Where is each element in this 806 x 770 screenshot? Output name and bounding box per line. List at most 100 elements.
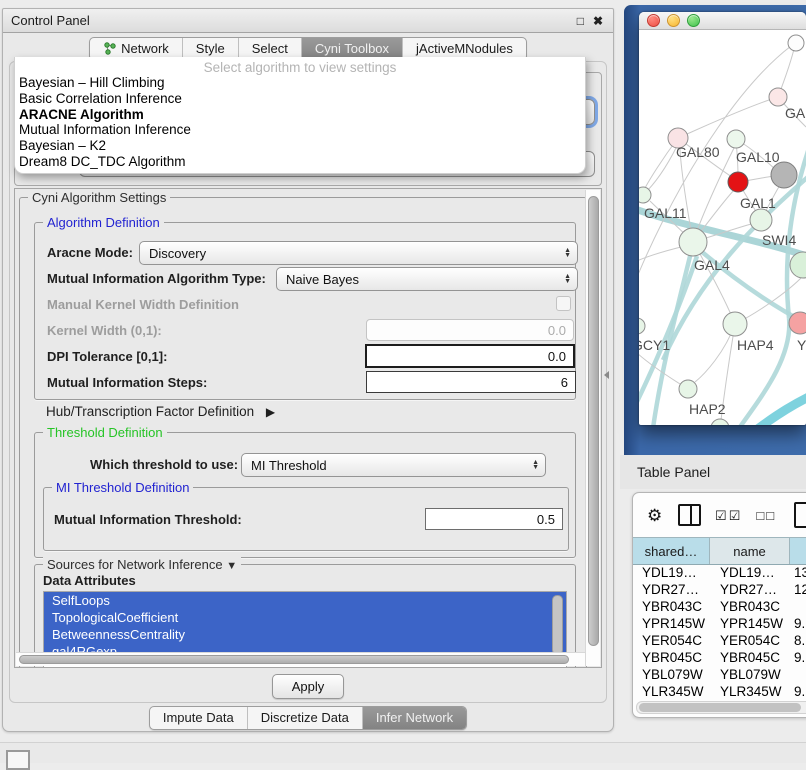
node-table: shared…name YDL19…YDL19…13YDR27…YDR27…12… — [633, 537, 806, 718]
network-node[interactable] — [771, 162, 797, 188]
threshold-definition-box: Threshold Definition Which threshold to … — [34, 432, 576, 558]
network-node-gal[interactable] — [769, 88, 787, 106]
apply-button[interactable]: Apply — [272, 674, 344, 699]
table-horizontal-scrollbar[interactable] — [636, 701, 806, 714]
menu-item-mutual-information-inference[interactable]: Mutual Information Inference — [15, 122, 585, 138]
kernel-width-label: Kernel Width (0,1): — [47, 323, 162, 338]
menu-item-aracne-algorithm[interactable]: ARACNE Algorithm — [15, 107, 585, 123]
table-row[interactable]: YDR27…YDR27…12 — [633, 582, 806, 599]
threshold-definition-title: Threshold Definition — [43, 425, 167, 440]
table-row[interactable]: YLR345WYLR345W9. — [633, 684, 806, 701]
node-label: SWI4 — [762, 232, 796, 248]
dpi-tolerance-field[interactable]: 0.0 — [365, 344, 575, 368]
settings-vertical-scrollbar[interactable] — [585, 190, 600, 666]
tab-impute-data[interactable]: Impute Data — [150, 707, 247, 729]
table-panel-title: Table Panel — [637, 464, 710, 480]
aracne-mode-combo[interactable]: Discovery ▲▼ — [139, 241, 578, 265]
mi-steps-label: Mutual Information Steps: — [47, 375, 207, 390]
mi-steps-field[interactable]: 6 — [366, 371, 576, 393]
network-node-hap2[interactable] — [679, 380, 697, 398]
manual-kernel-checkbox[interactable] — [556, 296, 571, 311]
network-canvas[interactable]: GALGAL80GAL10GAL1GAL11SWI4GAL4GCY1HAP4YH… — [639, 30, 806, 425]
zoom-window-icon[interactable] — [687, 14, 700, 27]
close-window-icon[interactable] — [647, 14, 660, 27]
algorithm-definition-box: Algorithm Definition Aracne Mode: Discov… — [34, 222, 576, 400]
network-node-gal11[interactable] — [639, 187, 651, 203]
table-header-row: shared…name — [633, 537, 806, 565]
node-label: GAL80 — [676, 144, 720, 160]
attribute-item[interactable]: BetweennessCentrality — [44, 626, 566, 643]
menu-item-bayesian-hill-climbing[interactable]: Bayesian – Hill Climbing — [15, 75, 585, 91]
combo-stepper-icon: ▲▼ — [564, 268, 571, 290]
column-header[interactable]: shared… — [633, 538, 710, 564]
network-window[interactable]: GALGAL80GAL10GAL1GAL11SWI4GAL4GCY1HAP4YH… — [639, 12, 806, 425]
attribute-item[interactable]: TopologicalCoefficient — [44, 609, 566, 626]
cyni-bottom-tabs: Impute DataDiscretize DataInfer Network — [3, 706, 613, 730]
collapse-arrow-icon: ▶ — [266, 405, 275, 419]
network-node[interactable] — [788, 35, 804, 51]
network-node[interactable] — [711, 419, 729, 425]
settings-scrollpane: Cyni Algorithm Settings Algorithm Defini… — [14, 188, 602, 668]
network-view-frame: GALGAL80GAL10GAL1GAL11SWI4GAL4GCY1HAP4YH… — [624, 5, 806, 455]
node-label: GAL — [785, 105, 806, 121]
node-label: GAL10 — [736, 149, 780, 165]
mi-type-combo[interactable]: Naive Bayes ▲▼ — [276, 267, 578, 291]
network-node-gal10[interactable] — [727, 130, 745, 148]
node-label: HAP2 — [689, 401, 726, 417]
hub-definition-toggle[interactable]: Hub/Transcription Factor Definition ▶ — [46, 404, 275, 419]
close-panel-icon[interactable]: ✖ — [593, 15, 603, 27]
sources-title[interactable]: Sources for Network Inference ▼ — [43, 557, 241, 572]
cyni-algorithm-settings-box: Cyni Algorithm Settings Algorithm Defini… — [19, 197, 587, 668]
column-header[interactable]: name — [710, 538, 790, 564]
kernel-width-field[interactable]: 0.0 — [366, 319, 574, 341]
network-node-y[interactable] — [789, 312, 806, 334]
menu-item-dream8-dc-tdc-algorithm[interactable]: Dream8 DC_TDC Algorithm — [15, 154, 585, 170]
algorithm-definition-title: Algorithm Definition — [43, 215, 164, 230]
attribute-item[interactable]: SelfLoops — [44, 592, 566, 609]
table-row[interactable]: YER054CYER054C8. — [633, 633, 806, 650]
status-strip — [0, 742, 806, 763]
network-node-gcy1[interactable] — [639, 318, 645, 334]
network-node-swi4[interactable] — [790, 252, 806, 278]
tab-discretize-data[interactable]: Discretize Data — [247, 707, 362, 729]
tab-infer-network[interactable]: Infer Network — [362, 707, 466, 729]
select-all-icon[interactable]: ☑☑ — [715, 507, 742, 524]
mi-threshold-field[interactable]: 0.5 — [425, 508, 563, 530]
table-row[interactable]: YBR043CYBR043C — [633, 599, 806, 616]
column-header[interactable] — [790, 538, 806, 564]
network-node-gal4[interactable] — [679, 228, 707, 256]
menu-item-basic-correlation-inference[interactable]: Basic Correlation Inference — [15, 91, 585, 107]
menu-item-bayesian-k2[interactable]: Bayesian – K2 — [15, 138, 585, 154]
mi-threshold-label: Mutual Information Threshold: — [54, 512, 242, 527]
control-panel-titlebar: Control Panel □ ✖ — [3, 9, 613, 33]
minimized-panel-icon[interactable] — [6, 750, 30, 770]
control-panel-title: Control Panel — [11, 13, 90, 28]
export-table-icon[interactable] — [794, 502, 806, 528]
node-label: Y — [797, 337, 806, 353]
node-label: HAP4 — [737, 337, 774, 353]
expand-arrow-icon: ▼ — [226, 560, 237, 572]
node-label: GAL11 — [644, 205, 687, 221]
table-row[interactable]: YBR045CYBR045C9. — [633, 650, 806, 667]
table-row[interactable]: YDL19…YDL19…13 — [633, 565, 806, 582]
settings-horizontal-scrollbar[interactable] — [16, 652, 585, 666]
minimize-window-icon[interactable] — [667, 14, 680, 27]
columns-icon[interactable] — [678, 504, 701, 526]
gear-icon[interactable]: ⚙ — [647, 507, 662, 524]
float-panel-icon[interactable]: □ — [577, 15, 584, 27]
table-toolbar: ⚙ ☑☑ □□ — [633, 493, 806, 537]
combo-stepper-icon: ▲▼ — [564, 242, 571, 264]
table-panel-card: ⚙ ☑☑ □□ shared…name YDL19…YDL19…13YDR27…… — [632, 492, 806, 718]
table-row[interactable]: YBL079WYBL079W — [633, 667, 806, 684]
which-threshold-combo[interactable]: MI Threshold ▲▼ — [241, 453, 546, 477]
cyni-algorithm-settings-title: Cyni Algorithm Settings — [28, 190, 170, 205]
mi-type-label: Mutual Information Algorithm Type: — [47, 271, 266, 286]
deselect-all-icon[interactable]: □□ — [756, 507, 776, 524]
split-collapse-icon[interactable] — [604, 371, 609, 379]
network-node-hap4[interactable] — [723, 312, 747, 336]
attributes-scrollbar[interactable] — [552, 595, 563, 655]
network-node[interactable] — [728, 172, 748, 192]
mi-threshold-definition-title: MI Threshold Definition — [52, 480, 193, 495]
network-node-gal1[interactable] — [750, 209, 772, 231]
table-row[interactable]: YPR145WYPR145W9. — [633, 616, 806, 633]
